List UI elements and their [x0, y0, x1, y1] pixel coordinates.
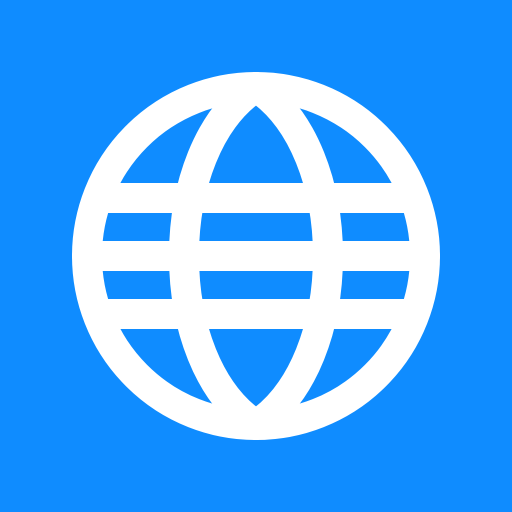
app-icon-tile[interactable] — [0, 0, 512, 512]
globe-icon — [72, 72, 440, 440]
